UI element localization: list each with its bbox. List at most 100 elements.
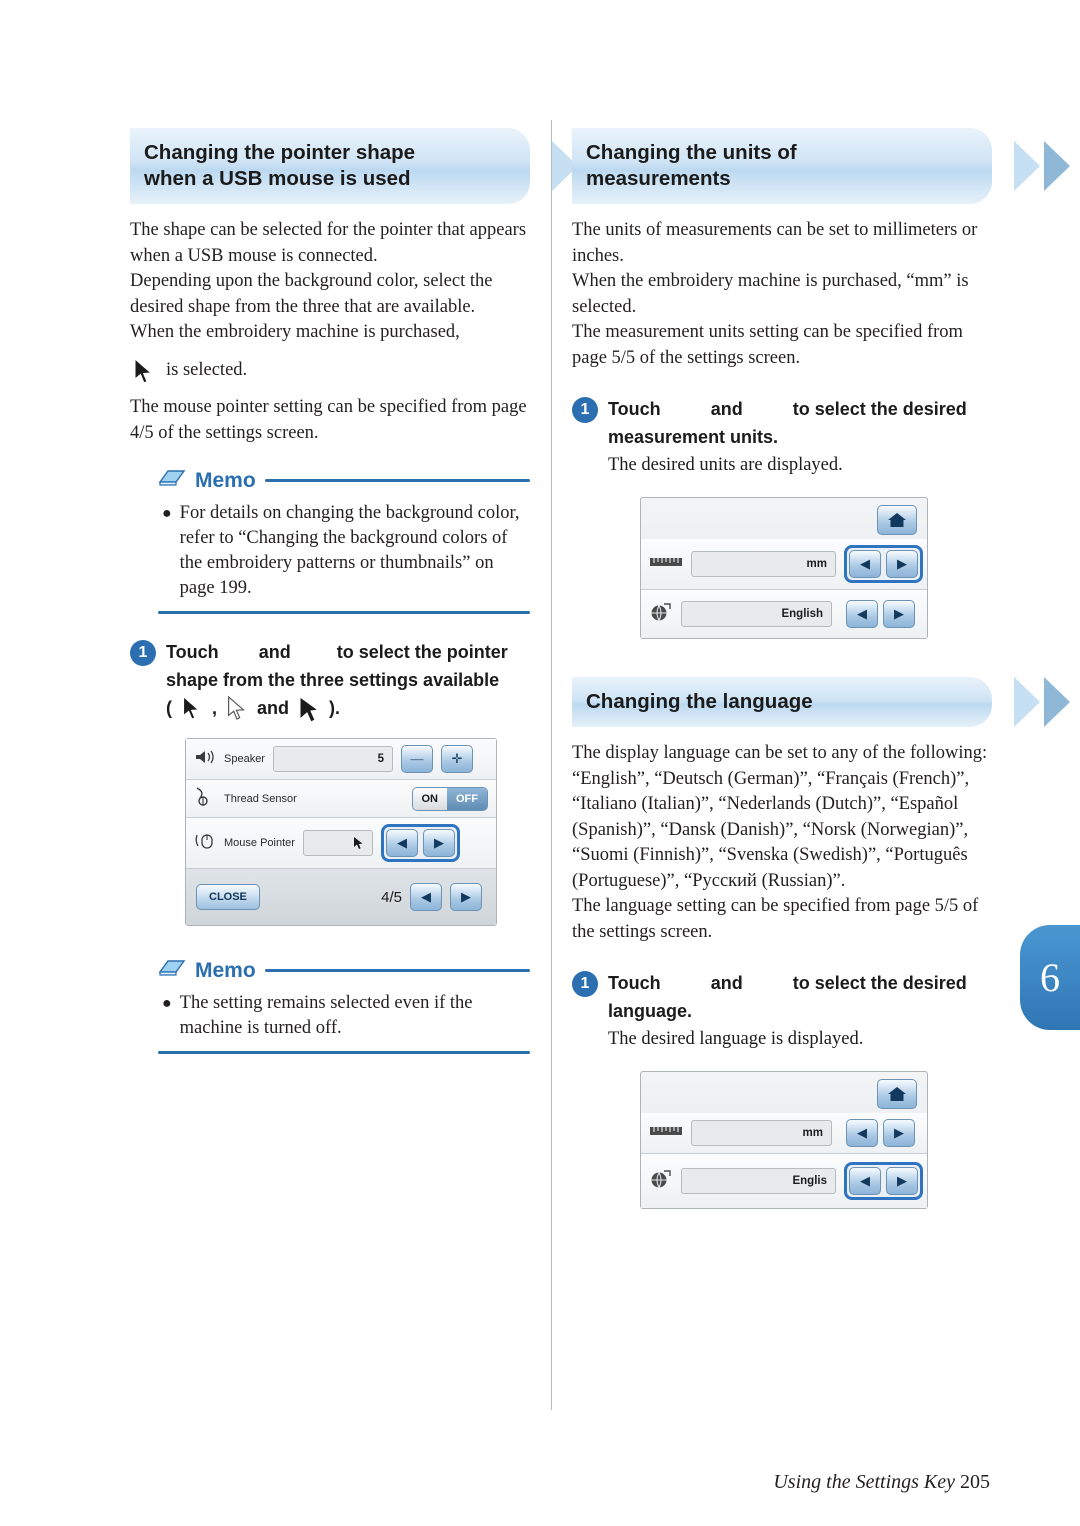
settings-row-language[interactable]: Englis ◀ ▶ [641, 1154, 927, 1208]
thread-sensor-toggle[interactable]: ON OFF [411, 786, 488, 811]
right-column: Changing the units of measurements The u… [572, 128, 1070, 1209]
memo-rule [264, 479, 530, 482]
step-number: 1 [572, 397, 598, 423]
mouse-pointer-prev-button[interactable]: ◀ [385, 829, 418, 857]
units-next-button[interactable]: ▶ [886, 550, 918, 578]
step-text-b: and [710, 399, 743, 419]
step-number: 1 [572, 971, 598, 997]
left-column: Changing the pointer shape when a USB mo… [130, 128, 608, 1060]
language-prev-button[interactable]: ◀ [849, 1167, 881, 1195]
settings-screen-units[interactable]: mm ◀ ▶ English ◀ ▶ [640, 497, 928, 639]
bullet-icon: ● [162, 995, 172, 1012]
step-text-c: to select the pointer [336, 642, 508, 662]
heading-line-2: measurements [586, 167, 731, 190]
pointer-shape-option-large-icon [296, 696, 322, 723]
memo-icon [158, 468, 186, 493]
language-next-button[interactable]: ▶ [883, 600, 915, 628]
units-paragraph-2: When the embroidery machine is purchased… [572, 271, 969, 317]
settings-row-language[interactable]: English ◀ ▶ [641, 590, 927, 638]
thread-sensor-icon [194, 786, 216, 811]
mouse-pointer-next-button[interactable]: ▶ [422, 829, 455, 857]
step-sub-text: The desired units are displayed. [608, 455, 843, 475]
pointer-shape-option-black-icon [179, 695, 205, 720]
memo-header: Memo [158, 468, 530, 493]
page-next-button[interactable]: ▶ [450, 883, 482, 911]
language-prev-button[interactable]: ◀ [846, 600, 878, 628]
step-text-b: and [710, 973, 743, 993]
globe-icon [649, 602, 673, 627]
units-prev-button[interactable]: ◀ [846, 1119, 878, 1147]
memo-header-2: Memo [158, 958, 530, 983]
settings-screen-language[interactable]: mm ◀ ▶ Englis ◀ ▶ [640, 1071, 928, 1209]
paren-close: ). [329, 698, 341, 718]
language-body: The display language can be set to any o… [572, 741, 992, 945]
settings-row-units[interactable]: mm ◀ ▶ [641, 539, 927, 590]
units-arrow-group[interactable]: ◀ ▶ [846, 1119, 915, 1147]
memo-block-background-color: Memo ● For details on changing the backg… [158, 468, 530, 614]
settings-row-thread-sensor[interactable]: Thread Sensor ON OFF [186, 780, 496, 818]
heading-arrow-1 [1014, 141, 1040, 191]
heading-arrow-group [1014, 677, 1070, 727]
units-prev-button[interactable]: ◀ [849, 550, 881, 578]
heading-line-1: Changing the language [586, 690, 813, 713]
step-text-d: shape from the three settings available [166, 670, 500, 690]
pointer-shape-option-white-icon [224, 695, 250, 720]
step-text-a: Touch [608, 399, 661, 419]
step-body: Touch and to select the desired language… [608, 969, 967, 1053]
step-pointer-shape: 1 Touch and to select the pointer shape … [130, 638, 530, 723]
settings-row-mouse-pointer-label: Mouse Pointer [224, 837, 295, 849]
memo-block-setting-remains: Memo ● The setting remains selected even… [158, 958, 530, 1054]
memo-title-2: Memo [195, 958, 256, 982]
heading-text: Changing the language [572, 677, 992, 727]
mouse-pointer-arrow-group[interactable]: ◀ ▶ [380, 824, 460, 862]
units-next-button[interactable]: ▶ [883, 1119, 915, 1147]
speaker-minus-button[interactable]: — [400, 745, 433, 773]
paragraph-is-selected: is selected. [130, 358, 530, 384]
home-icon[interactable] [877, 1079, 917, 1109]
thread-sensor-off-option[interactable]: OFF [447, 787, 487, 810]
language-arrow-group[interactable]: ◀ ▶ [844, 1162, 923, 1200]
step-text-a: Touch [166, 642, 219, 662]
units-body: The units of measurements can be set to … [572, 218, 992, 371]
thread-sensor-on-option[interactable]: ON [412, 787, 447, 810]
home-icon[interactable] [877, 505, 917, 535]
settings-row-language-value: English [681, 601, 832, 627]
step-text-b: and [258, 642, 291, 662]
step-text-d: measurement units. [608, 427, 779, 447]
paragraph-after: The mouse pointer setting can be specifi… [130, 397, 527, 443]
settings-row-units-value: mm [691, 1120, 832, 1146]
units-paragraph-1: The units of measurements can be set to … [572, 220, 978, 266]
pointer-shape-body: The shape can be selected for the pointe… [130, 218, 530, 446]
units-arrow-group[interactable]: ◀ ▶ [844, 545, 923, 583]
settings-screen-mouse-pointer[interactable]: Speaker 5 — ✛ Thread Sensor ON OFF Mouse… [185, 738, 497, 926]
step-text-d: language. [608, 1001, 693, 1021]
memo-title: Memo [195, 468, 256, 492]
settings-row-speaker[interactable]: Speaker 5 — ✛ [186, 739, 496, 780]
settings-row-mouse-pointer-value [302, 830, 373, 856]
heading-arrow-2 [1044, 677, 1070, 727]
settings-row-mouse-pointer[interactable]: Mouse Pointer ◀ ▶ [186, 818, 496, 869]
step-body: Touch and to select the desired measurem… [608, 395, 967, 479]
speaker-plus-button[interactable]: ✛ [440, 745, 473, 773]
language-arrow-group[interactable]: ◀ ▶ [846, 600, 915, 628]
paren-open: ( [166, 698, 172, 718]
paragraph-2: Depending upon the background color, sel… [130, 271, 493, 317]
memo-body-2: ● The setting remains selected even if t… [158, 991, 530, 1041]
paragraph-3: When the embroidery machine is purchased… [130, 322, 460, 342]
step-sub-text: The desired language is displayed. [608, 1029, 864, 1049]
heading-text: Changing the pointer shape when a USB mo… [130, 128, 530, 204]
memo-bullet-text: For details on changing the background c… [179, 503, 520, 598]
page-prev-button[interactable]: ◀ [410, 883, 442, 911]
settings-row-thread-sensor-label: Thread Sensor [224, 792, 297, 805]
language-next-button[interactable]: ▶ [886, 1167, 918, 1195]
bullet-icon: ● [162, 505, 172, 522]
settings-row-units[interactable]: mm ◀ ▶ [641, 1113, 927, 1154]
page-indicator: 4/5 [381, 888, 402, 906]
close-button[interactable]: CLOSE [196, 884, 260, 910]
section-heading-pointer-shape: Changing the pointer shape when a USB mo… [130, 128, 608, 204]
settings-screen-top-bar [641, 498, 927, 539]
heading-line-2: when a USB mouse is used [144, 167, 411, 190]
and-word: and [257, 698, 290, 718]
step-units: 1 Touch and to select the desired measur… [572, 395, 992, 479]
step-text-c: to select the desired [792, 399, 967, 419]
